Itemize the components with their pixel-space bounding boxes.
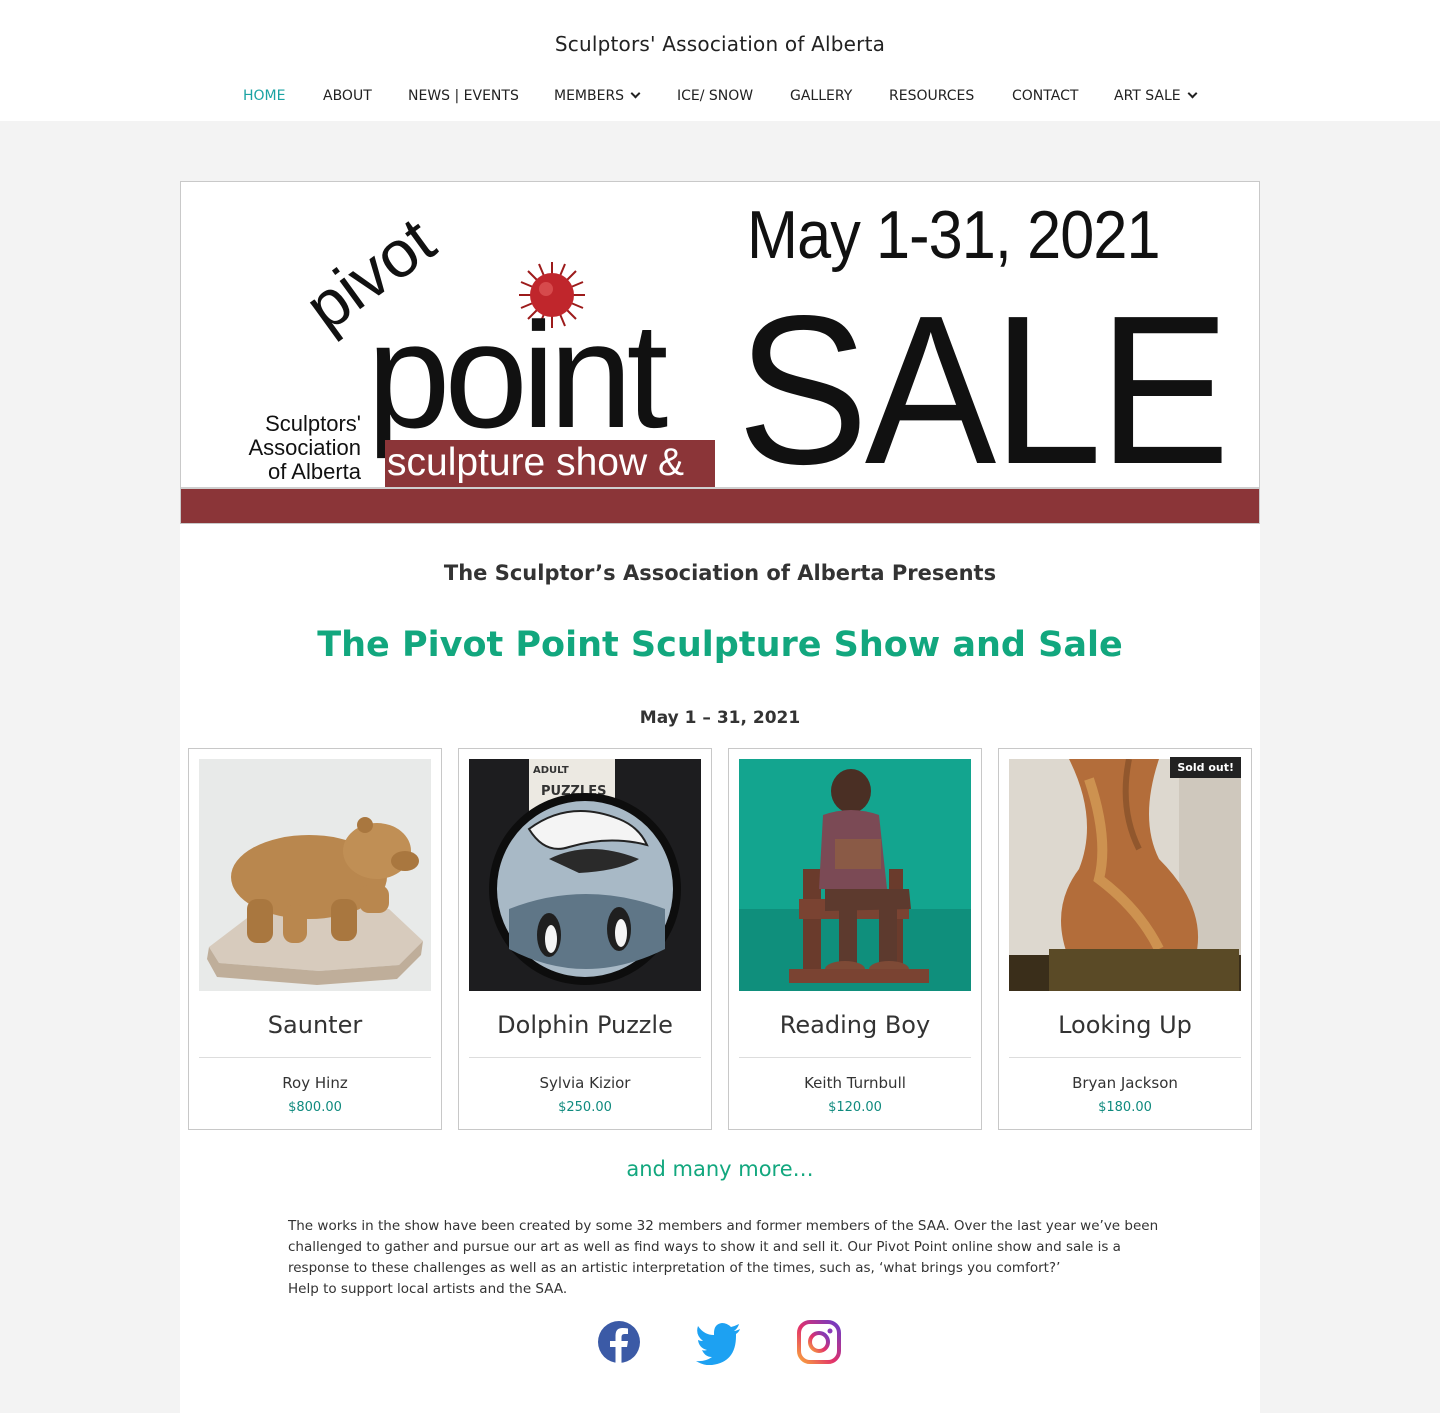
main-nav: HOME ABOUT NEWS | EVENTS MEMBERS ICE/ SN… xyxy=(0,87,1440,107)
nav-gallery[interactable]: GALLERY xyxy=(790,87,852,105)
product-price: $250.00 xyxy=(558,1100,612,1115)
product-name[interactable]: Saunter xyxy=(189,1011,441,1039)
product-card[interactable]: Reading Boy Keith Turnbull $120.00 xyxy=(728,748,982,1130)
nav-members[interactable]: MEMBERS xyxy=(554,87,641,105)
nav-about[interactable]: ABOUT xyxy=(323,87,372,105)
product-card[interactable]: ADULT PUZZLES Dolphin Puzzle Sylvia Kizi… xyxy=(458,748,712,1130)
twitter-icon[interactable] xyxy=(696,1319,742,1365)
chevron-down-icon xyxy=(1187,88,1198,99)
product-image-saunter[interactable] xyxy=(199,759,431,991)
product-card[interactable]: Saunter Roy Hinz $800.00 xyxy=(188,748,442,1130)
sold-out-badge: Sold out! xyxy=(1170,757,1241,778)
site-header: Sculptors' Association of Alberta HOME A… xyxy=(0,0,1440,121)
product-price: $180.00 xyxy=(1098,1100,1152,1115)
site-title[interactable]: Sculptors' Association of Alberta xyxy=(0,32,1440,56)
intro-text: The works in the show have been created … xyxy=(288,1216,1168,1300)
presents-heading: The Sculptor’s Association of Alberta Pr… xyxy=(443,561,997,585)
content-panel: May 1-31, 2021 pivot point Sculptors' As… xyxy=(180,181,1260,1413)
divider xyxy=(469,1057,701,1058)
facebook-icon[interactable] xyxy=(596,1319,642,1365)
product-image-looking-up[interactable] xyxy=(1009,759,1241,991)
svg-text:ADULT: ADULT xyxy=(533,765,569,776)
banner-date: May 1-31, 2021 xyxy=(747,197,1161,273)
product-image-reading-boy[interactable] xyxy=(739,759,971,991)
sale-banner: May 1-31, 2021 pivot point Sculptors' As… xyxy=(180,181,1260,524)
product-name[interactable]: Dolphin Puzzle xyxy=(459,1011,711,1039)
nav-contact[interactable]: CONTACT xyxy=(1012,87,1078,105)
intro-paragraph: Help to support local artists and the SA… xyxy=(288,1281,568,1297)
banner-sale: SALE xyxy=(737,271,1230,508)
divider xyxy=(739,1057,971,1058)
product-image-dolphin-puzzle[interactable]: ADULT PUZZLES xyxy=(469,759,701,991)
product-artist: Sylvia Kizior xyxy=(539,1074,631,1092)
product-card[interactable]: Sold out! Looking Up Bryan Jackson $180.… xyxy=(998,748,1252,1130)
many-more-link[interactable]: and many more… xyxy=(180,1157,1260,1181)
page-title: The Pivot Point Sculpture Show and Sale xyxy=(317,625,1123,665)
product-artist: Bryan Jackson xyxy=(1072,1074,1178,1092)
intro-paragraph: The works in the show have been created … xyxy=(288,1218,1159,1276)
product-artist: Roy Hinz xyxy=(282,1074,348,1092)
product-name[interactable]: Looking Up xyxy=(999,1011,1251,1039)
product-name[interactable]: Reading Boy xyxy=(729,1011,981,1039)
nav-art-sale[interactable]: ART SALE xyxy=(1114,87,1198,105)
nav-ice-snow[interactable]: ICE/ SNOW xyxy=(677,87,753,105)
nav-home[interactable]: HOME xyxy=(243,87,285,105)
divider xyxy=(1009,1057,1241,1058)
nav-news-events[interactable]: NEWS | EVENTS xyxy=(408,87,519,105)
banner-point: point xyxy=(367,291,668,459)
banner-association: Sculptors' Association of Alberta xyxy=(248,411,361,484)
banner-strip: sculpture show & xyxy=(385,440,715,488)
product-price: $800.00 xyxy=(288,1100,342,1115)
divider xyxy=(199,1057,431,1058)
nav-resources[interactable]: RESOURCES xyxy=(889,87,974,105)
product-artist: Keith Turnbull xyxy=(804,1074,906,1092)
show-dates: May 1 – 31, 2021 xyxy=(639,708,801,728)
product-price: $120.00 xyxy=(828,1100,882,1115)
instagram-icon[interactable] xyxy=(796,1319,842,1365)
banner-band xyxy=(181,489,1259,523)
chevron-down-icon xyxy=(630,88,641,99)
